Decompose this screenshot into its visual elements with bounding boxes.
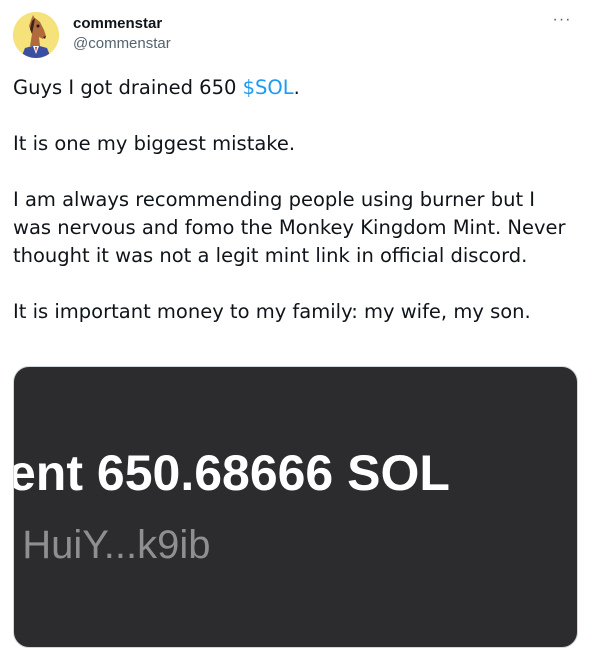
tweet-paragraph-3: I am always recommending people using bu… [13, 188, 566, 267]
cashtag-link[interactable]: $SOL [243, 76, 294, 99]
tweet-media-image[interactable]: ent 650.68666 SOL : HuiY...k9ib [13, 366, 578, 648]
tweet-paragraph-2: It is one my biggest mistake. [13, 132, 296, 155]
tweet-text: Guys I got drained 650 $SOL. It is one m… [13, 74, 579, 326]
avatar[interactable] [13, 12, 59, 58]
user-names: commenstar @commenstar [73, 14, 171, 54]
tweet-text-segment: . [293, 76, 300, 99]
tweet-line-1: Guys I got drained 650 $SOL. [13, 74, 579, 102]
horse-avatar-icon [13, 12, 59, 58]
display-name[interactable]: commenstar [73, 14, 171, 34]
tweet-header: commenstar @commenstar ··· [13, 12, 579, 58]
tweet: commenstar @commenstar ··· Guys I got dr… [0, 0, 592, 659]
more-options-icon[interactable]: ··· [551, 12, 573, 32]
sent-amount-text: ent 650.68666 SOL [13, 445, 450, 501]
tweet-paragraph-4: It is important money to my family: my w… [13, 300, 531, 323]
tweet-text-segment: Guys I got drained 650 [13, 76, 243, 99]
recipient-address-text: : HuiY...k9ib [13, 523, 211, 567]
user-handle[interactable]: @commenstar [73, 34, 171, 54]
